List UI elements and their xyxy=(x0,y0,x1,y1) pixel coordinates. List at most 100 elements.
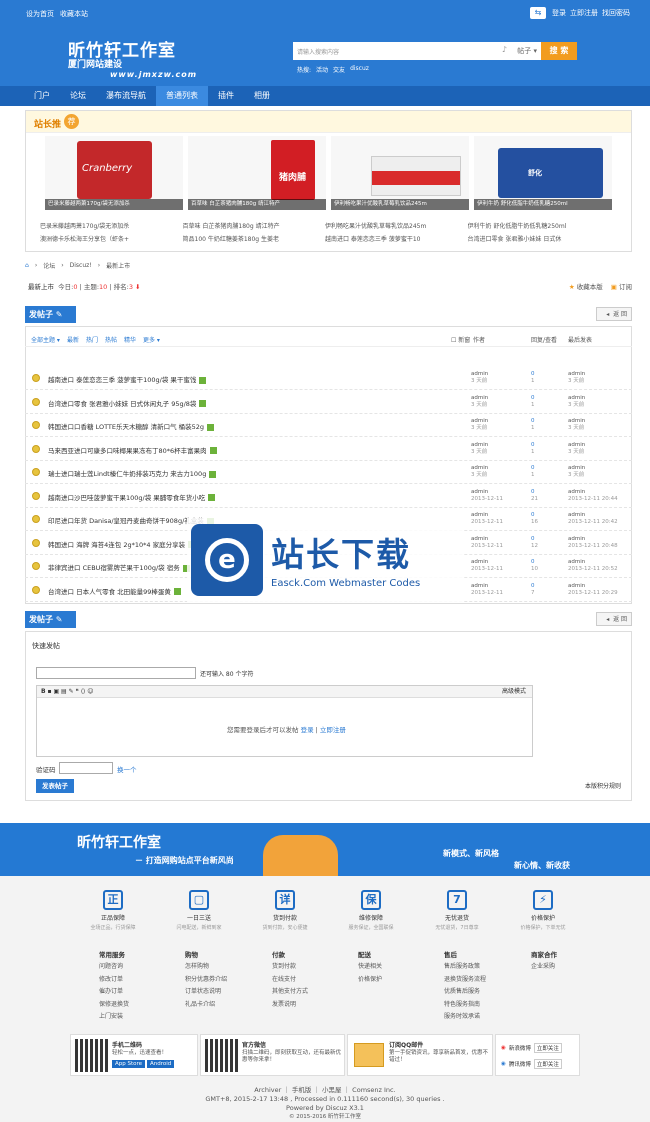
thread-author[interactable]: admin 2013-12-11 xyxy=(471,559,503,573)
thread-row[interactable]: 韩国进口口香糖 LOTTE乐天木糖醇 清新口气 桶装52g admin 3 天前 0 1… xyxy=(25,414,632,437)
thread-author[interactable]: admin 2013-12-11 xyxy=(471,489,503,503)
filter-all[interactable]: 全部主题 ▾ xyxy=(31,335,60,344)
footer-link[interactable]: 服务时效承诺 xyxy=(444,1011,486,1023)
rules-link[interactable]: 本版积分规则 xyxy=(585,781,621,790)
thread-last-post[interactable]: admin 3 天前 xyxy=(568,395,585,409)
filter-more[interactable]: 更多 ▾ xyxy=(143,335,160,344)
rss-link[interactable]: ▣ 订阅 xyxy=(611,281,632,291)
service-item[interactable]: 详货到付款 货到付款，安心便捷 xyxy=(242,890,328,931)
recommend-link[interactable]: 简品100 牛奶红糖姜茶180g 生姜老 xyxy=(183,234,326,243)
footer-link[interactable]: 快递相关 xyxy=(358,961,382,973)
thread-author[interactable]: admin 3 天前 xyxy=(471,371,488,385)
footer-link[interactable]: 积分优惠券介绍 xyxy=(185,974,227,986)
footer-link[interactable]: 特色服务指南 xyxy=(444,999,486,1011)
thread-last-post[interactable]: admin 2013-12-11 20:29 xyxy=(568,583,618,597)
weibo-follow-button[interactable]: 立即关注 xyxy=(533,1043,562,1053)
thread-title[interactable]: 韩国进口 海牌 海苔4连包 2g*10*4 家庭分享装 xyxy=(48,539,196,549)
thread-last-post[interactable]: admin 2013-12-11 20:42 xyxy=(568,512,618,526)
thread-row[interactable]: 越南进口 泰莲恋恋三季 菠萝蜜干100g/袋 果干蜜饯 admin 3 天前 0 1 ad… xyxy=(25,367,632,390)
login-link[interactable]: 登录 xyxy=(552,8,566,18)
recommend-link[interactable]: 巴录米藤越两萧170g/袋无添加杀 xyxy=(40,221,183,230)
thread-author[interactable]: admin 3 天前 xyxy=(471,442,488,456)
android-button[interactable]: Android xyxy=(147,1060,175,1068)
service-item[interactable]: 保维修保障 服务保证，全国联保 xyxy=(328,890,414,931)
thread-last-post[interactable]: admin 3 天前 xyxy=(568,418,585,432)
crumb-link[interactable]: 论坛 xyxy=(43,261,55,270)
search-input[interactable]: 请输入搜索内容 ♪ 帖子 ▾ xyxy=(293,42,541,60)
back-button[interactable]: ◂ 返 回 xyxy=(596,307,632,321)
search-button[interactable]: 搜 索 xyxy=(541,42,577,60)
recommend-link[interactable]: 伊利畅吃果汁优酸乳草莓乳饮品245m xyxy=(325,221,468,230)
recommend-link[interactable]: 澳洲德卡乐松海王分享包（虾条+ xyxy=(40,234,183,243)
thread-row[interactable]: 台湾进口零食 张君雅小妹妹 日式休闲丸子 95g/8袋 admin 3 天前 0 1 ad… xyxy=(25,391,632,414)
service-item[interactable]: 7 无忧退货 无忧退货，7日尊享 xyxy=(414,890,500,931)
new-window-checkbox[interactable]: ☐ 新窗 xyxy=(451,335,470,344)
thread-row[interactable]: 马来西亚进口可康多口味椰果果冻布丁80*6杯丰富果肉 admin 3 天前 0 1 adm… xyxy=(25,438,632,461)
recommend-link[interactable]: 越南进口 泰莲恋恋三季 菠萝蜜干10 xyxy=(325,234,468,243)
find-password-link[interactable]: 找回密码 xyxy=(602,8,630,18)
thread-title[interactable]: 越南进口沙巴哇菠萝蜜干果100g/袋 果脯零食年货小吃 xyxy=(48,492,216,502)
editor-register-link[interactable]: 立即注册 xyxy=(320,726,346,734)
footer-link[interactable]: 企业采购 xyxy=(531,961,557,973)
footer-link[interactable]: 保修退换货 xyxy=(99,999,129,1011)
thread-last-post[interactable]: admin 2013-12-11 20:48 xyxy=(568,536,618,550)
advanced-mode-link[interactable]: 高级模式 xyxy=(502,686,526,698)
thread-last-post[interactable]: admin 3 天前 xyxy=(568,442,585,456)
footer-link[interactable]: 问题咨询 xyxy=(99,961,129,973)
slide-item[interactable]: 猪肉脯 百草味 白芷茶猪肉脯180g 靖江特产 xyxy=(188,136,326,210)
captcha-change-link[interactable]: 换一个 xyxy=(117,764,137,774)
thread-title[interactable]: 台湾进口零食 张君雅小妹妹 日式休闲丸子 95g/8袋 xyxy=(48,398,207,408)
app-store-button[interactable]: App Store xyxy=(112,1060,146,1068)
set-home-link[interactable]: 设为首页 xyxy=(26,9,54,19)
service-item[interactable]: 正正品保障 全场正品，行货保障 xyxy=(70,890,156,931)
service-item[interactable]: ▢ 一日三送 闪电配送，新鲜到家 xyxy=(156,890,242,931)
format-icons[interactable]: ▪ ▣ ▤ ✎ ❝ ⟨⟩ ☺ xyxy=(48,688,94,695)
thread-last-post[interactable]: admin 2013-12-11 20:44 xyxy=(568,489,618,503)
footer-link[interactable]: 售后服务政策 xyxy=(444,961,486,973)
home-icon[interactable]: ⌂ xyxy=(25,262,29,269)
filter-hot-posts[interactable]: 热帖 xyxy=(105,335,117,344)
hot-search-link[interactable]: 交友 xyxy=(333,65,345,74)
bookmark-link[interactable]: 收藏本站 xyxy=(60,9,88,19)
subject-input[interactable] xyxy=(36,667,196,679)
thread-title[interactable]: 韩国进口口香糖 LOTTE乐天木糖醇 清新口气 桶装52g xyxy=(48,421,215,431)
thread-author[interactable]: admin 3 天前 xyxy=(471,395,488,409)
thread-row[interactable]: 越南进口沙巴哇菠萝蜜干果100g/袋 果脯零食年货小吃 admin 2013-12-… xyxy=(25,485,632,508)
footer-link[interactable]: 订单状态说明 xyxy=(185,986,227,998)
footer-link[interactable]: 优质售后服务 xyxy=(444,986,486,998)
footer-link[interactable]: 在线支付 xyxy=(272,974,308,986)
thread-last-post[interactable]: admin 3 天前 xyxy=(568,371,585,385)
recommend-link[interactable]: 伊利牛奶 舒化低脂牛奶低乳糖250ml xyxy=(468,221,611,230)
tweibo-follow-button[interactable]: 立即关注 xyxy=(533,1059,562,1069)
recommend-link[interactable]: 台湾进口零食 张君雅小妹妹 日式休 xyxy=(468,234,611,243)
footer-link[interactable]: 催办订单 xyxy=(99,986,129,998)
thread-last-post[interactable]: admin 2013-12-11 20:52 xyxy=(568,559,618,573)
slide-item[interactable]: Cranberry 巴录米藤越两萧170g/袋无添加杀 xyxy=(45,136,183,210)
captcha-input[interactable] xyxy=(59,762,113,774)
nav-item[interactable]: 插件 xyxy=(208,86,244,106)
filter-hot[interactable]: 热门 xyxy=(86,335,98,344)
message-editor[interactable]: B ▪ ▣ ▤ ✎ ❝ ⟨⟩ ☺ 高级模式 您需要登录后才可以发帖 登录 | 立即… xyxy=(36,685,533,757)
footer-link[interactable]: 上门安装 xyxy=(99,1011,129,1023)
thread-author[interactable]: admin 3 天前 xyxy=(471,418,488,432)
nav-item[interactable]: 相册 xyxy=(244,86,280,106)
thread-title[interactable]: 马来西亚进口可康多口味椰果果冻布丁80*6杯丰富果肉 xyxy=(48,445,217,455)
footer-link[interactable]: 怎样购物 xyxy=(185,961,227,973)
slide-item[interactable]: 舒化 伊利牛奶 舒化低脂牛奶低乳糖250ml xyxy=(474,136,612,210)
recommend-link[interactable]: 百草味 白芷茶猪肉脯180g 靖江特产 xyxy=(183,221,326,230)
crumb-link[interactable]: Discuz! xyxy=(70,262,92,269)
favorite-link[interactable]: ★ 收藏本版 xyxy=(569,281,603,291)
thread-title[interactable]: 台湾进口 日本人气零食 北田能量99棒蛋黄 xyxy=(48,586,181,596)
nav-item[interactable]: 瀑布流导航 xyxy=(96,86,156,106)
microphone-icon[interactable]: ♪ xyxy=(502,45,507,54)
footer-link[interactable]: 其他支付方式 xyxy=(272,986,308,998)
thread-author[interactable]: admin 2013-12-11 xyxy=(471,536,503,550)
editor-login-link[interactable]: 登录 xyxy=(301,726,314,734)
footer-link[interactable]: 退换货服务流程 xyxy=(444,974,486,986)
filter-new[interactable]: 最新 xyxy=(67,335,79,344)
back-button-bottom[interactable]: ◂ 返 回 xyxy=(596,612,632,626)
nav-item[interactable]: 门户 xyxy=(24,86,60,106)
bold-icon[interactable]: B xyxy=(41,688,46,695)
thread-author[interactable]: admin 2013-12-11 xyxy=(471,512,503,526)
footer-link[interactable]: 修改订单 xyxy=(99,974,129,986)
